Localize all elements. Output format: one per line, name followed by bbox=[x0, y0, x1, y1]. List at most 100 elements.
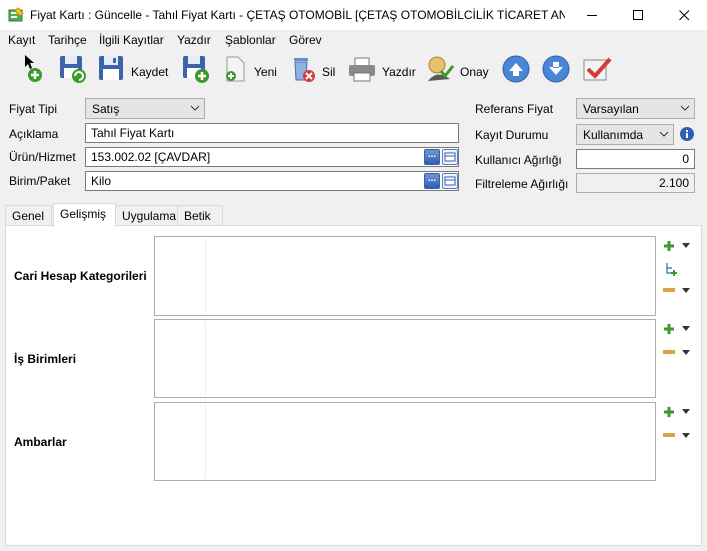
menu-kayit[interactable]: Kayıt bbox=[8, 33, 35, 47]
chevron-down-icon bbox=[659, 131, 669, 137]
ambarlar-list[interactable] bbox=[154, 402, 656, 481]
urun-lookup-button[interactable]: ... bbox=[424, 149, 440, 165]
add-icon[interactable] bbox=[662, 239, 676, 253]
chevron-down-icon[interactable] bbox=[682, 433, 690, 439]
birim-paket-field[interactable]: Kilo bbox=[85, 171, 459, 191]
urun-list-button[interactable] bbox=[442, 149, 458, 165]
checklist-icon bbox=[583, 57, 612, 81]
chevron-down-icon[interactable] bbox=[682, 326, 690, 332]
toolbar: Kaydet Yeni Sil Yazdır Onay bbox=[0, 50, 707, 92]
tab-panel-gelismis: Cari Hesap Kategorileri İş Birimleri Amb… bbox=[5, 225, 702, 546]
list-column-divider bbox=[205, 238, 206, 314]
list-column-divider bbox=[205, 321, 206, 396]
urun-hizmet-label: Ürün/Hizmet bbox=[9, 150, 76, 164]
delete-label: Sil bbox=[322, 65, 336, 79]
remove-icon[interactable] bbox=[662, 283, 676, 297]
maximize-icon bbox=[633, 10, 643, 20]
referans-fiyat-select[interactable]: Varsayılan bbox=[576, 98, 695, 119]
checklist-button[interactable] bbox=[581, 53, 613, 87]
tab-genel[interactable]: Genel bbox=[5, 205, 52, 226]
approve-button[interactable]: Onay bbox=[424, 53, 494, 87]
arrow-up-icon bbox=[502, 55, 530, 83]
birim-list-button[interactable] bbox=[442, 173, 458, 189]
new-record-button[interactable] bbox=[20, 53, 48, 87]
info-icon[interactable] bbox=[679, 126, 695, 142]
save-button[interactable]: Kaydet bbox=[96, 53, 168, 87]
close-icon bbox=[679, 10, 690, 21]
menu-bar: Kayıt Tarihçe İlgili Kayıtlar Yazdır Şab… bbox=[0, 30, 707, 50]
urun-hizmet-field[interactable]: 153.002.02 [ÇAVDAR] bbox=[85, 147, 459, 167]
save-icon bbox=[99, 56, 123, 80]
kullanici-agirligi-field[interactable]: 0 bbox=[576, 149, 695, 169]
previous-record-button[interactable] bbox=[501, 53, 531, 87]
maximize-button[interactable] bbox=[615, 0, 661, 30]
new-record-icon bbox=[25, 55, 42, 82]
save-label: Kaydet bbox=[131, 65, 169, 79]
new-document-icon bbox=[226, 56, 245, 82]
menu-yazdir[interactable]: Yazdır bbox=[177, 33, 211, 47]
birim-paket-label: Birim/Paket bbox=[9, 174, 71, 188]
print-label: Yazdır bbox=[382, 65, 416, 79]
kayit-durumu-label: Kayıt Durumu bbox=[475, 128, 549, 142]
is-birimleri-label: İş Birimleri bbox=[14, 352, 77, 366]
close-button[interactable] bbox=[661, 0, 707, 30]
kayit-durumu-select[interactable]: Kullanımda bbox=[576, 124, 674, 145]
new-label: Yeni bbox=[254, 65, 277, 79]
minimize-button[interactable] bbox=[569, 0, 615, 30]
aciklama-label: Açıklama bbox=[9, 127, 59, 141]
price-card-icon bbox=[8, 7, 24, 22]
next-record-button[interactable] bbox=[541, 53, 571, 87]
tab-uygulama[interactable]: Uygulama bbox=[115, 205, 178, 226]
print-button[interactable]: Yazdır bbox=[346, 53, 418, 87]
chevron-down-icon[interactable] bbox=[682, 409, 690, 415]
chevron-down-icon bbox=[190, 105, 200, 111]
hierarchy-add-icon[interactable] bbox=[664, 262, 678, 276]
birim-paket-value: Kilo bbox=[91, 174, 112, 188]
menu-gorev[interactable]: Görev bbox=[289, 33, 322, 47]
title-bar: Fiyat Kartı : Güncelle - Tahıl Fiyat Kar… bbox=[0, 0, 707, 30]
kayit-durumu-value: Kullanımda bbox=[583, 128, 644, 142]
cari-hesap-kategorileri-label: Cari Hesap Kategorileri bbox=[14, 269, 147, 283]
referans-fiyat-value: Varsayılan bbox=[583, 102, 639, 116]
fiyat-tipi-label: Fiyat Tipi bbox=[9, 102, 58, 116]
save-refresh-button[interactable] bbox=[57, 53, 89, 87]
filtreleme-agirligi-label: Filtreleme Ağırlığı bbox=[475, 177, 569, 191]
save-refresh-icon bbox=[60, 56, 86, 83]
is-birimleri-list[interactable] bbox=[154, 319, 656, 398]
minimize-icon bbox=[587, 15, 597, 16]
kullanici-agirligi-label: Kullanıcı Ağırlığı bbox=[475, 153, 562, 167]
fiyat-tipi-select[interactable]: Satış bbox=[85, 98, 205, 119]
remove-icon[interactable] bbox=[662, 345, 676, 359]
fiyat-tipi-value: Satış bbox=[92, 102, 120, 116]
tab-betik[interactable]: Betik bbox=[177, 205, 223, 226]
menu-sablonlar[interactable]: Şablonlar bbox=[225, 33, 276, 47]
delete-icon bbox=[294, 58, 315, 82]
chevron-down-icon[interactable] bbox=[682, 288, 690, 294]
ambarlar-label: Ambarlar bbox=[14, 435, 67, 449]
save-new-icon bbox=[183, 56, 209, 83]
add-icon[interactable] bbox=[662, 322, 676, 336]
window-title: Fiyat Kartı : Güncelle - Tahıl Fiyat Kar… bbox=[30, 8, 565, 22]
chevron-down-icon[interactable] bbox=[682, 243, 690, 249]
chevron-down-icon[interactable] bbox=[682, 350, 690, 356]
approve-label: Onay bbox=[460, 65, 489, 79]
approve-icon bbox=[428, 56, 455, 81]
urun-hizmet-value: 153.002.02 [ÇAVDAR] bbox=[91, 150, 211, 164]
menu-tarihce[interactable]: Tarihçe bbox=[48, 33, 87, 47]
new-button[interactable]: Yeni bbox=[180, 53, 278, 87]
cari-hesap-kategorileri-list[interactable] bbox=[154, 236, 656, 316]
add-icon[interactable] bbox=[662, 405, 676, 419]
table-icon bbox=[444, 152, 456, 162]
filtreleme-agirligi-field: 2.100 bbox=[576, 173, 695, 193]
menu-ilgili-kayitlar[interactable]: İlgili Kayıtlar bbox=[99, 33, 164, 47]
table-icon bbox=[444, 176, 456, 186]
chevron-down-icon bbox=[680, 105, 690, 111]
referans-fiyat-label: Referans Fiyat bbox=[475, 102, 554, 116]
printer-icon bbox=[349, 57, 375, 82]
tab-gelismis[interactable]: Gelişmiş bbox=[53, 203, 116, 227]
remove-icon[interactable] bbox=[662, 428, 676, 442]
aciklama-field[interactable]: Tahıl Fiyat Kartı bbox=[85, 123, 459, 143]
birim-lookup-button[interactable]: ... bbox=[424, 173, 440, 189]
delete-button[interactable]: Sil bbox=[288, 53, 340, 87]
arrow-down-icon bbox=[542, 55, 570, 83]
